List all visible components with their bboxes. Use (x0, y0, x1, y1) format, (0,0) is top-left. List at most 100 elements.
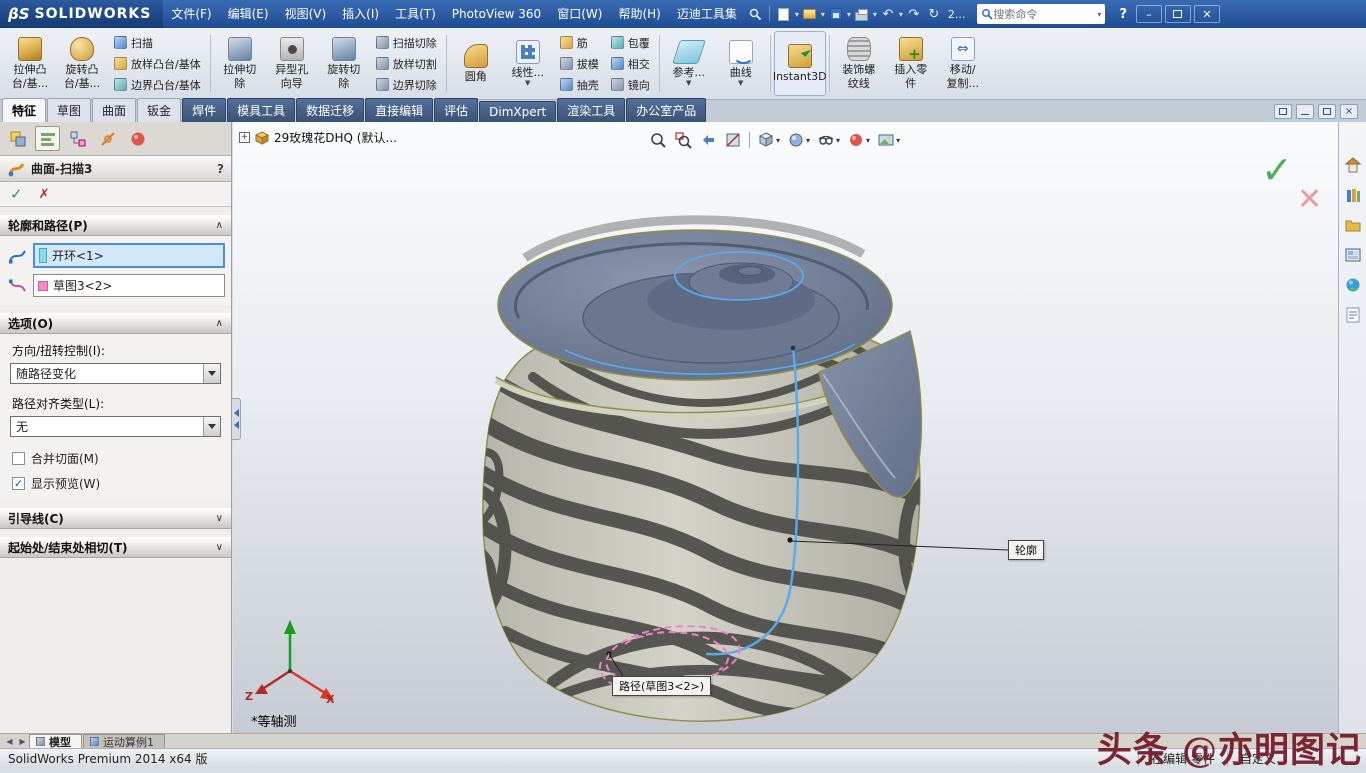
section-guide-curves[interactable]: 引导线(C) ∨ (0, 508, 231, 529)
curves-caret[interactable]: ▼ (738, 79, 743, 87)
appearances-icon[interactable] (1342, 274, 1364, 296)
tab-data-migration[interactable]: 数据迁移 (296, 98, 364, 122)
undo-dropdown-caret[interactable]: ▾ (899, 10, 903, 19)
doc-cascade-icon[interactable] (1274, 104, 1292, 119)
profile-callout[interactable]: 轮廓 (1008, 540, 1044, 560)
path-endpoint[interactable] (791, 346, 796, 351)
panel-splitter[interactable] (232, 398, 241, 440)
save-dropdown-caret[interactable]: ▾ (847, 10, 851, 19)
alignment-dropdown[interactable]: 无 (10, 416, 221, 437)
open-dropdown-caret[interactable]: ▾ (821, 10, 825, 19)
fillet-button[interactable]: 圆角 (450, 31, 502, 96)
rebuild-icon[interactable]: ↻ (925, 5, 943, 23)
shell-button[interactable]: 抽壳 (556, 75, 603, 94)
zoom-fit-icon[interactable] (647, 130, 669, 150)
curves-button[interactable]: 曲线 ▼ (715, 31, 767, 96)
tab-scroll-left-icon[interactable]: ◀ (3, 735, 16, 748)
path-selection-field[interactable]: 草图3<2> (33, 274, 225, 297)
rolled-opening[interactable] (498, 220, 892, 380)
insert-part-button[interactable]: 插入零 件 (885, 31, 937, 96)
maximize-button[interactable] (1165, 5, 1191, 23)
minimize-button[interactable]: – (1136, 5, 1162, 23)
toolbar-overflow-label[interactable]: 2... (948, 8, 966, 21)
intersect-button[interactable]: 相交 (607, 54, 654, 73)
new-dropdown-caret[interactable]: ▾ (795, 10, 799, 19)
close-button[interactable]: ✕ (1194, 5, 1220, 23)
print-icon[interactable] (853, 5, 871, 23)
tab-features[interactable]: 特征 (2, 98, 46, 122)
linear-pattern-button[interactable]: 线性... ▼ (502, 31, 554, 96)
model-tab[interactable]: 模型 (29, 734, 82, 748)
alignment-dropdown-arrow[interactable] (203, 417, 220, 436)
previous-view-icon[interactable] (697, 130, 719, 150)
mirror-button[interactable]: 镜向 (607, 75, 654, 94)
tab-office-products[interactable]: 办公室产品 (626, 98, 706, 122)
save-icon[interactable] (827, 5, 845, 23)
doc-minimize-icon[interactable] (1296, 104, 1314, 119)
cosmetic-thread-button[interactable]: 装饰螺 纹线 (833, 31, 885, 96)
orientation-dropdown-arrow[interactable] (203, 364, 220, 383)
tab-mold-tools[interactable]: 模具工具 (227, 98, 295, 122)
boundary-boss-button[interactable]: 边界凸台/基体 (110, 75, 205, 94)
redo-icon[interactable]: ↷ (905, 5, 923, 23)
pm-help-button[interactable]: ? (217, 162, 224, 176)
path-callout[interactable]: 路径(草图3<2>) (612, 676, 711, 696)
section-start-end-tangency[interactable]: 起始处/结束处相切(T) ∨ (0, 537, 231, 558)
tab-weldments[interactable]: 焊件 (182, 98, 226, 122)
new-document-icon[interactable] (775, 5, 793, 23)
help-button[interactable]: ? (1113, 7, 1133, 22)
displaymanager-tab[interactable] (125, 126, 150, 151)
orientation-dropdown[interactable]: 随路径变化 (10, 363, 221, 384)
custom-properties-icon[interactable] (1342, 304, 1364, 326)
apply-scene-icon[interactable]: ▾ (875, 130, 902, 150)
tab-render-tools[interactable]: 渲染工具 (557, 98, 625, 122)
tab-evaluate[interactable]: 评估 (434, 98, 478, 122)
search-dropdown-caret[interactable]: ▾ (1097, 10, 1101, 19)
motion-study-tab[interactable]: 运动算例1 (83, 734, 165, 748)
menu-insert[interactable]: 插入(I) (334, 0, 387, 28)
extruded-cut-button[interactable]: 拉伸切 除 (214, 31, 266, 96)
section-profile-path[interactable]: 轮廓和路径(P) ∧ (0, 215, 231, 236)
instant3d-button[interactable]: Instant3D (774, 31, 826, 96)
profile-selection-field[interactable]: 开环<1> (33, 243, 225, 268)
boundary-cut-button[interactable]: 边界切除 (372, 75, 441, 94)
draft-button[interactable]: 拔模 (556, 54, 603, 73)
lofted-cut-button[interactable]: 放样切割 (372, 54, 441, 73)
lofted-boss-button[interactable]: 放样凸台/基体 (110, 54, 205, 73)
menu-help[interactable]: 帮助(H) (610, 0, 668, 28)
doc-close-icon[interactable]: × (1340, 104, 1358, 119)
menu-photoview360[interactable]: PhotoView 360 (444, 0, 549, 28)
print-dropdown-caret[interactable]: ▾ (873, 10, 877, 19)
model-3d-view[interactable]: X Z (233, 122, 1338, 733)
revolved-boss-button[interactable]: 旋转凸 台/基... (56, 31, 108, 96)
move-copy-button[interactable]: ⇔ 移动/ 复制... (937, 31, 989, 96)
reference-geometry-button[interactable]: 参考... ▼ (663, 31, 715, 96)
hole-wizard-button[interactable]: 异型孔 向导 (266, 31, 318, 96)
tab-sheet-metal[interactable]: 钣金 (137, 98, 181, 122)
preview-checkbox[interactable]: ✓ (12, 477, 25, 490)
menu-file[interactable]: 文件(F) (163, 0, 219, 28)
featuremanager-tab[interactable] (5, 126, 30, 151)
profile-anchor-point[interactable] (787, 537, 792, 542)
configurationmanager-tab[interactable] (65, 126, 90, 151)
tab-dimxpert[interactable]: DimXpert (479, 101, 556, 122)
graphics-area[interactable]: X Z + 29玫瑰花DHQ (默认... (233, 122, 1338, 733)
view-orientation-icon[interactable]: ▾ (755, 130, 782, 150)
section-options[interactable]: 选项(O) ∧ (0, 313, 231, 334)
open-icon[interactable] (801, 5, 819, 23)
command-search-box[interactable]: ▾ (977, 4, 1105, 24)
view-palette-icon[interactable] (1342, 244, 1364, 266)
wrap-button[interactable]: 包覆 (607, 33, 654, 52)
swept-boss-button[interactable]: 扫描 (110, 33, 205, 52)
merge-checkbox[interactable] (12, 452, 25, 465)
menu-tools[interactable]: 工具(T) (387, 0, 444, 28)
revolved-cut-button[interactable]: 旋转切 除 (318, 31, 370, 96)
command-search-input[interactable] (993, 8, 1097, 21)
tab-direct-editing[interactable]: 直接编辑 (365, 98, 433, 122)
document-flyout-label[interactable]: + 29玫瑰花DHQ (默认... (239, 129, 397, 146)
display-style-icon[interactable]: ▾ (785, 130, 812, 150)
file-explorer-icon[interactable] (1342, 214, 1364, 236)
dimxpertmanager-tab[interactable] (95, 126, 120, 151)
zoom-area-icon[interactable] (672, 130, 694, 150)
rib-button[interactable]: 筋 (556, 33, 603, 52)
